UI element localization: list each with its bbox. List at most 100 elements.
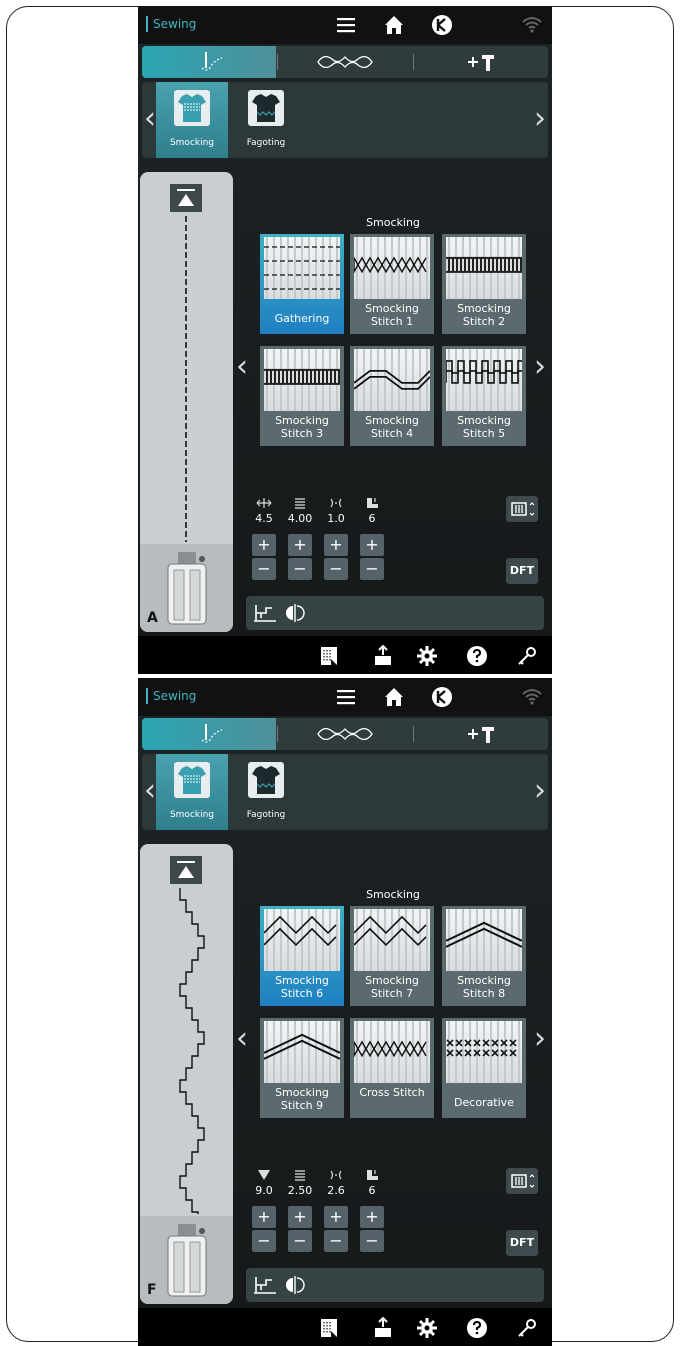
stitch-tile[interactable]: Smocking Stitch 1	[350, 234, 434, 334]
help-icon[interactable]	[466, 1317, 488, 1339]
stitch-tile[interactable]: Smocking Stitch 7	[350, 906, 434, 1006]
category-smocking[interactable]: Smocking	[156, 82, 228, 158]
tab-stitches[interactable]	[142, 718, 276, 750]
mirror-icon[interactable]	[284, 1274, 306, 1296]
menu-icon[interactable]	[334, 13, 358, 37]
parameter-value: 4.00	[287, 512, 313, 525]
category-smocking[interactable]: Smocking	[156, 754, 228, 830]
decrease-button[interactable]: −	[360, 1230, 384, 1252]
presser-foot-image: F	[140, 1216, 233, 1304]
decrease-button[interactable]: −	[324, 558, 348, 580]
stitch-width-icon	[248, 496, 280, 510]
stitch-options-button[interactable]	[506, 496, 538, 522]
key-icon[interactable]	[516, 645, 538, 667]
tie-off-icon[interactable]	[252, 602, 278, 624]
export-icon[interactable]	[372, 1317, 394, 1339]
category-label: Fagoting	[246, 810, 286, 820]
tab-add-stitch[interactable]	[414, 46, 548, 78]
tab-add-stitch[interactable]	[414, 718, 548, 750]
jokey-icon[interactable]	[430, 13, 454, 37]
smocked-dress-icon	[174, 90, 210, 126]
stitch-tile[interactable]: Gathering	[260, 234, 344, 334]
decrease-button[interactable]: −	[252, 1230, 276, 1252]
chevron-right-icon[interactable]: ›	[534, 104, 546, 134]
stitch-tools-bar	[246, 1268, 544, 1302]
dft-button[interactable]: DFT	[506, 558, 538, 584]
category-fagoting[interactable]: Fagoting	[230, 82, 302, 158]
stitch-sample-image	[264, 349, 340, 411]
stitch-tile[interactable]: Smocking Stitch 4	[350, 346, 434, 446]
stitch-program-icon	[511, 502, 535, 516]
stitch-sample-image	[354, 237, 430, 299]
increase-button[interactable]: +	[252, 534, 276, 556]
chevron-left-icon[interactable]: ‹	[236, 1024, 248, 1054]
key-icon[interactable]	[516, 1317, 538, 1339]
chevron-left-icon[interactable]: ‹	[144, 776, 156, 806]
stitch-tile[interactable]: Decorative	[442, 1018, 526, 1118]
stitch-tile[interactable]: Smocking Stitch 6	[260, 906, 344, 1006]
increase-button[interactable]: +	[360, 534, 384, 556]
chevron-left-icon[interactable]: ‹	[144, 104, 156, 134]
settings-icon[interactable]	[416, 1317, 438, 1339]
increase-button[interactable]: +	[288, 1206, 312, 1228]
stitch-tile[interactable]: Smocking Stitch 8	[442, 906, 526, 1006]
increase-button[interactable]: +	[252, 1206, 276, 1228]
increase-button[interactable]: +	[288, 534, 312, 556]
stitch-editor-icon[interactable]	[318, 645, 340, 667]
export-icon[interactable]	[372, 645, 394, 667]
stitch-program-icon	[511, 1174, 535, 1188]
chevron-right-icon[interactable]: ›	[534, 1024, 546, 1054]
add-presser-foot-icon	[468, 55, 494, 71]
stitch-label: Smocking Stitch 8	[457, 974, 511, 1000]
stitch-start-icon[interactable]	[170, 184, 202, 212]
parameter-value: 6	[368, 1184, 376, 1197]
presser-foot-letter: A	[147, 610, 158, 626]
decrease-button[interactable]: −	[288, 1230, 312, 1252]
parameter: 1.0	[320, 496, 352, 525]
decrease-button[interactable]: −	[252, 558, 276, 580]
stitch-tile[interactable]: Cross Stitch	[350, 1018, 434, 1118]
settings-icon[interactable]	[416, 645, 438, 667]
stitch-sample-image	[446, 237, 522, 299]
stitch-tile[interactable]: Smocking Stitch 3	[260, 346, 344, 446]
wifi-icon	[522, 17, 542, 33]
tie-off-icon[interactable]	[252, 1274, 278, 1296]
chevron-right-icon[interactable]: ›	[534, 352, 546, 382]
decrease-button[interactable]: −	[360, 558, 384, 580]
category-label: Smocking	[169, 138, 215, 148]
parameter: 4.5	[248, 496, 280, 525]
category-fagoting[interactable]: Fagoting	[230, 754, 302, 830]
home-icon[interactable]	[382, 685, 406, 709]
ornament-icon	[317, 55, 373, 69]
category-row: ‹ Smocking Fagoting ›	[142, 82, 548, 158]
help-icon[interactable]	[466, 645, 488, 667]
top-bar: Sewing	[138, 6, 552, 44]
dft-button[interactable]: DFT	[506, 1230, 538, 1256]
ornament-icon	[317, 727, 373, 741]
home-icon[interactable]	[382, 13, 406, 37]
increase-button[interactable]: +	[324, 534, 348, 556]
stitch-sample-image	[354, 1021, 430, 1083]
chevron-right-icon[interactable]: ›	[534, 776, 546, 806]
tab-stitches[interactable]	[142, 46, 276, 78]
tab-embroidery[interactable]	[278, 46, 412, 78]
increase-button[interactable]: +	[324, 1206, 348, 1228]
stitch-tile[interactable]: Smocking Stitch 9	[260, 1018, 344, 1118]
parameter: 4.00	[284, 496, 316, 525]
increase-button[interactable]: +	[360, 1206, 384, 1228]
menu-icon[interactable]	[334, 685, 358, 709]
mirror-icon[interactable]	[284, 602, 306, 624]
decrease-button[interactable]: −	[324, 1230, 348, 1252]
stitch-options-button[interactable]	[506, 1168, 538, 1194]
stitch-tile[interactable]: Smocking Stitch 5	[442, 346, 526, 446]
stitch-tile[interactable]: Smocking Stitch 2	[442, 234, 526, 334]
decrease-button[interactable]: −	[288, 558, 312, 580]
stitch-editor-icon[interactable]	[318, 1317, 340, 1339]
jokey-icon[interactable]	[430, 685, 454, 709]
tension-icon	[320, 1168, 352, 1182]
chevron-left-icon[interactable]: ‹	[236, 352, 248, 382]
parameter: 6	[356, 496, 388, 525]
tab-embroidery[interactable]	[278, 718, 412, 750]
presser-foot-icon	[167, 1224, 207, 1297]
stitch-start-icon[interactable]	[170, 856, 202, 884]
